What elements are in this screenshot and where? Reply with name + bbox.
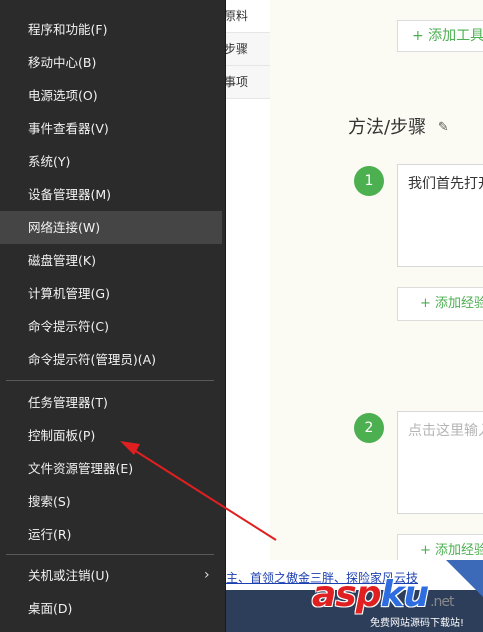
step-1-input[interactable]: 我们首先打开 <box>397 164 483 267</box>
menu-item-computer-management[interactable]: 计算机管理(G) <box>0 277 222 310</box>
editor-content: + 添加工具 方法/步骤 ✎ 1 我们首先打开 + 添加经验 2 点击这里输入 … <box>270 0 483 560</box>
chevron-right-icon: › <box>204 567 210 583</box>
menu-separator <box>6 380 214 381</box>
menu-item-command-prompt-admin[interactable]: 命令提示符(管理员)(A) <box>0 343 222 376</box>
step-2-badge: 2 <box>354 413 384 443</box>
menu-item-programs-features[interactable]: 程序和功能(F) <box>0 13 222 46</box>
step-2-input[interactable]: 点击这里输入 <box>397 411 483 514</box>
pencil-icon[interactable]: ✎ <box>438 120 449 135</box>
menu-item-event-viewer[interactable]: 事件查看器(V) <box>0 112 222 145</box>
menu-item-disk-management[interactable]: 磁盘管理(K) <box>0 244 222 277</box>
background-left-tabs: 原料 步骤 事项 <box>222 0 270 100</box>
menu-item-desktop[interactable]: 桌面(D) <box>0 592 222 625</box>
menu-item-device-manager[interactable]: 设备管理器(M) <box>0 178 222 211</box>
menu-item-network-connections[interactable]: 网络连接(W) <box>0 211 222 244</box>
menu-item-file-explorer[interactable]: 文件资源管理器(E) <box>0 452 222 485</box>
watermark-logo: aspku .net <box>312 574 455 615</box>
step-1-badge: 1 <box>354 166 384 196</box>
menu-item-command-prompt[interactable]: 命令提示符(C) <box>0 310 222 343</box>
section-title-text: 方法/步骤 <box>348 117 427 138</box>
menu-item-shutdown-label: 关机或注销(U) <box>28 568 110 583</box>
menu-item-mobility-center[interactable]: 移动中心(B) <box>0 46 222 79</box>
add-tool-button[interactable]: + 添加工具 <box>397 20 483 52</box>
menu-separator <box>6 554 214 555</box>
menu-item-power-options[interactable]: 电源选项(O) <box>0 79 222 112</box>
tab-materials[interactable]: 原料 <box>222 0 270 33</box>
menu-item-shutdown-signout[interactable]: 关机或注销(U) › <box>0 559 222 592</box>
menu-item-search[interactable]: 搜索(S) <box>0 485 222 518</box>
tab-steps[interactable]: 步骤 <box>222 33 270 66</box>
add-experience-button-1[interactable]: + 添加经验 <box>397 287 483 321</box>
menu-item-task-manager[interactable]: 任务管理器(T) <box>0 386 222 419</box>
section-title: 方法/步骤 ✎ <box>348 113 449 139</box>
winx-context-menu: 程序和功能(F) 移动中心(B) 电源选项(O) 事件查看器(V) 系统(Y) … <box>0 0 226 632</box>
menu-item-run[interactable]: 运行(R) <box>0 518 222 551</box>
menu-item-system[interactable]: 系统(Y) <box>0 145 222 178</box>
watermark-subtitle: 免费网站源码下载站! <box>370 618 465 629</box>
add-experience-button-2[interactable]: + 添加经验 <box>397 534 483 560</box>
tab-notes[interactable]: 事项 <box>222 66 270 99</box>
menu-item-control-panel[interactable]: 控制面板(P) <box>0 419 222 452</box>
